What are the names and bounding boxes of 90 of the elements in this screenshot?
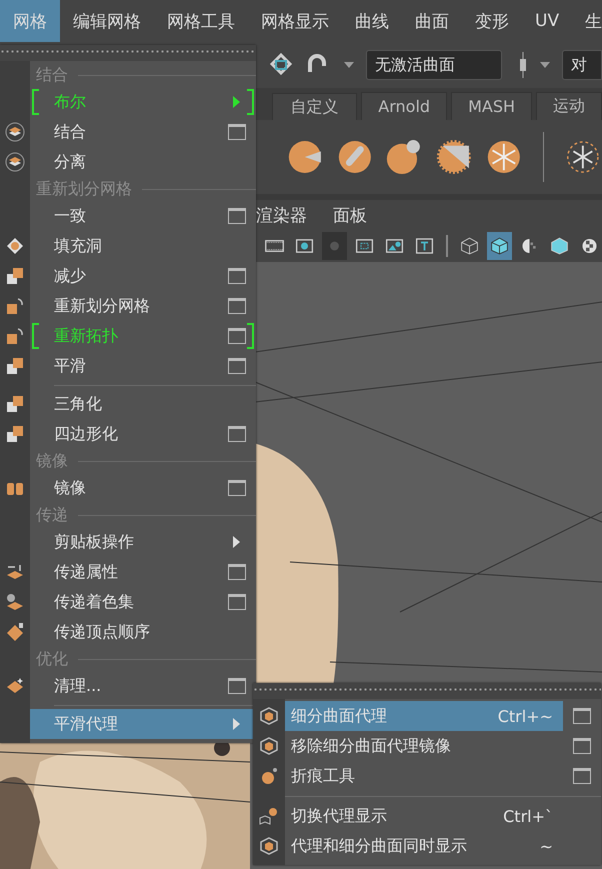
ball-icon[interactable] — [259, 766, 279, 786]
menu-bar-item[interactable]: 变形 — [462, 0, 522, 42]
option-box-icon[interactable] — [573, 738, 591, 754]
menu-item[interactable]: 三角化 — [30, 389, 256, 419]
squares-icon[interactable] — [5, 424, 25, 444]
panel-menu-item[interactable]: 面板 — [333, 204, 367, 226]
shelf-tab[interactable]: MASH — [451, 92, 532, 120]
menu-bar-item[interactable]: 编辑网格 — [60, 0, 154, 42]
submenu-arrow-icon — [233, 536, 240, 548]
menu-item[interactable]: 分离 — [30, 147, 256, 177]
transfer-diamond-icon[interactable] — [5, 622, 25, 642]
option-box-icon[interactable] — [228, 678, 246, 694]
tear-off-bar[interactable] — [0, 45, 256, 61]
highlight-bracket — [32, 89, 39, 115]
caret-icon[interactable] — [540, 62, 550, 68]
menu-item[interactable]: 平滑代理 — [30, 709, 256, 739]
option-box-icon[interactable] — [228, 426, 246, 442]
section-header: 重新划分网格 — [36, 178, 132, 200]
tear-off-bar[interactable] — [253, 683, 601, 699]
section-header: 优化 — [36, 648, 68, 670]
cube-icon[interactable] — [259, 836, 279, 856]
menu-bar-item[interactable]: 网格工具 — [154, 0, 248, 42]
transfer-ball-icon[interactable] — [5, 592, 25, 612]
layers-icon[interactable] — [5, 152, 25, 172]
option-box-icon[interactable] — [228, 358, 246, 374]
menu-item[interactable]: 四边形化 — [30, 419, 256, 449]
menu-item[interactable]: 传递着色集 — [30, 587, 256, 617]
menu-item[interactable]: 结合 — [30, 117, 256, 147]
menu-bar-item[interactable]: 生 — [572, 0, 602, 42]
option-box-icon[interactable] — [228, 268, 246, 284]
submenu-arrow-icon — [233, 96, 240, 108]
menu-item[interactable]: 移除细分曲面代理镜像 — [285, 731, 563, 761]
menu-item[interactable]: 细分曲面代理 Ctrl+~ — [285, 701, 563, 731]
shelf-tab[interactable]: 自定义 — [272, 93, 358, 120]
option-box-icon[interactable] — [228, 564, 246, 580]
menu-item[interactable]: 重新划分网格 — [30, 291, 256, 321]
menu-bar-item[interactable]: UV — [522, 0, 572, 42]
cleanup-icon[interactable] — [5, 676, 25, 696]
option-box-icon[interactable] — [228, 124, 246, 140]
option-box-icon[interactable] — [228, 480, 246, 496]
layers-icon[interactable] — [5, 122, 25, 142]
menu-item[interactable]: 重新拓扑 — [30, 321, 256, 351]
option-box-icon[interactable] — [573, 768, 591, 784]
squares-arrows-icon[interactable] — [5, 326, 25, 346]
squares-icon[interactable] — [5, 394, 25, 414]
cube-icon[interactable] — [259, 706, 279, 726]
cube-icon[interactable] — [259, 736, 279, 756]
option-box-icon[interactable] — [228, 328, 246, 344]
menu-item[interactable]: 切换代理显示 Ctrl+` — [285, 801, 563, 831]
shortcut-text: Ctrl+~ — [498, 706, 553, 726]
option-box-icon[interactable] — [228, 298, 246, 314]
symmetry-field[interactable]: 对 — [562, 50, 602, 80]
menu-item[interactable]: 一致 — [30, 201, 256, 231]
caret-icon[interactable] — [344, 62, 354, 68]
menu-item[interactable]: 填充洞 — [30, 231, 256, 261]
cube-dot-icon[interactable] — [259, 806, 279, 826]
menu-bar-item[interactable]: 网格显示 — [248, 0, 342, 42]
section-header: 镜像 — [36, 450, 68, 472]
menu-item[interactable]: 镜像 — [30, 473, 256, 503]
shelf-tab[interactable]: Arnold — [361, 92, 448, 120]
shelf-tab[interactable]: 运动 — [536, 92, 602, 120]
squares-arrows-icon[interactable] — [5, 296, 25, 316]
section-header: 结合 — [36, 64, 68, 86]
menu-item[interactable]: 代理和细分曲面同时显示 ~ — [285, 831, 563, 861]
menu-item[interactable]: 传递顶点顺序 — [30, 617, 256, 647]
option-box-icon[interactable] — [573, 708, 591, 724]
menu-item[interactable]: 减少 — [30, 261, 256, 291]
menu-bar-item[interactable]: 曲线 — [342, 0, 402, 42]
highlight-bracket — [247, 323, 254, 349]
surface-field[interactable]: 无激活曲面 — [366, 50, 502, 80]
option-box-icon[interactable] — [228, 208, 246, 224]
menu-item[interactable]: 折痕工具 — [285, 761, 563, 791]
menu-bar-item[interactable]: 曲面 — [402, 0, 462, 42]
menu-item[interactable]: 剪贴板操作 — [30, 527, 256, 557]
highlight-bracket — [247, 89, 254, 115]
option-box-icon[interactable] — [228, 594, 246, 610]
menu-item[interactable]: 布尔 — [30, 87, 256, 117]
menu-item[interactable]: 传递属性 — [30, 557, 256, 587]
submenu-arrow-icon — [233, 718, 240, 730]
diamond-icon[interactable] — [5, 236, 25, 256]
highlight-bracket — [32, 323, 39, 349]
slider-handle-icon[interactable] — [518, 50, 528, 80]
shortcut-text: Ctrl+` — [503, 806, 553, 826]
menu-item[interactable]: 平滑 — [30, 351, 256, 381]
panel-menu-item[interactable]: 渲染器 — [256, 204, 307, 226]
transfer-icon[interactable] — [5, 562, 25, 582]
shaded-cube-icon[interactable] — [486, 232, 512, 260]
shortcut-text: ~ — [540, 836, 553, 856]
section-header: 传递 — [36, 504, 68, 526]
menu-item[interactable]: 清理... — [30, 671, 256, 701]
